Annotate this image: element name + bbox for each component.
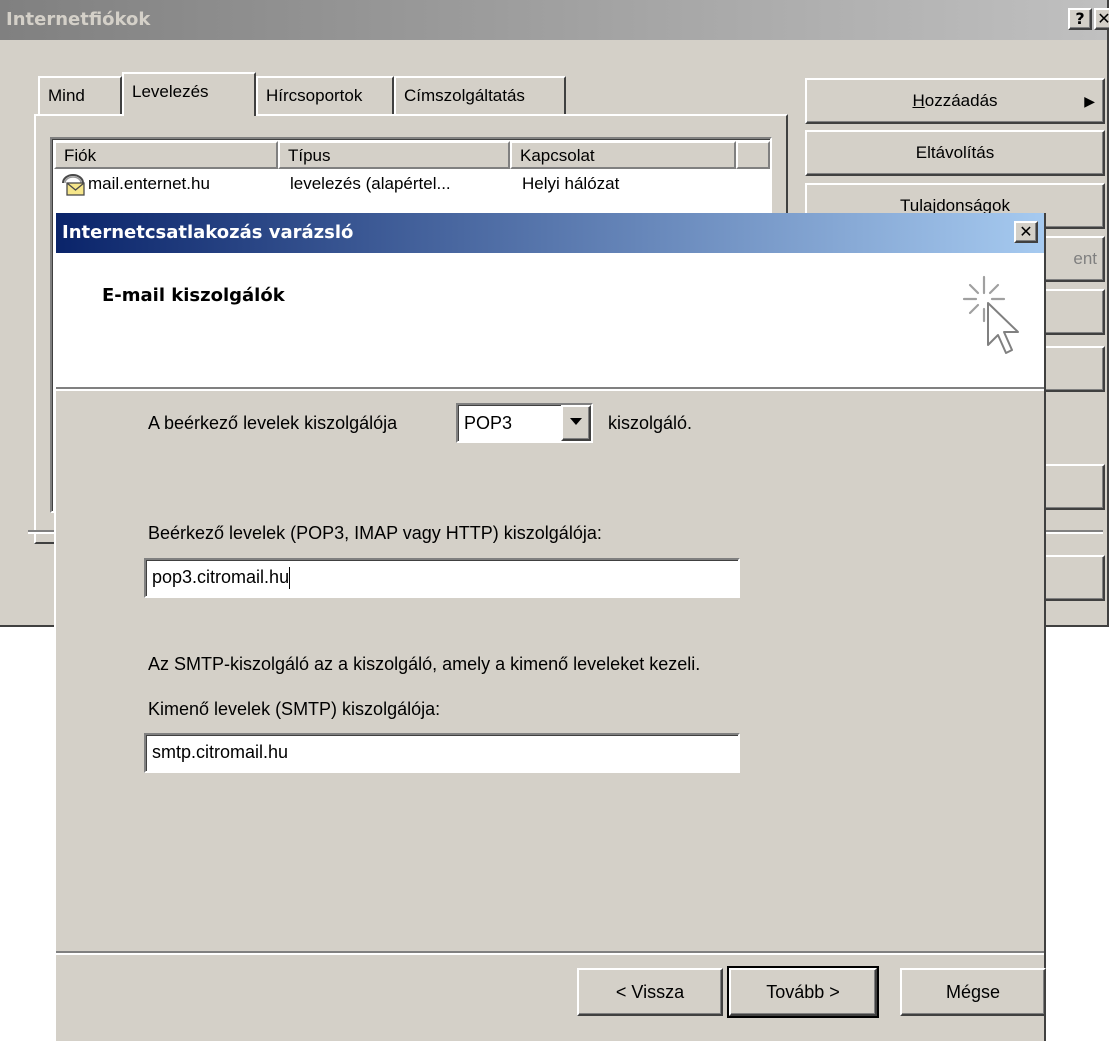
incoming-server-field[interactable]: pop3.citromail.hu <box>144 558 740 598</box>
accounts-close-button[interactable]: ✕ <box>1094 8 1109 30</box>
incoming-type-prefix: A beérkező levelek kiszolgálója <box>148 413 398 433</box>
account-name: mail.enternet.hu <box>88 174 210 193</box>
tab-hircsoportok[interactable]: Hírcsoportok <box>256 76 394 114</box>
incoming-server-type-value: POP3 <box>464 413 513 433</box>
cancel-button[interactable]: Mégse <box>900 968 1046 1016</box>
column-header-fiok[interactable]: Fiók <box>54 141 278 169</box>
incoming-server-value: pop3.citromail.hu <box>152 567 290 587</box>
add-button[interactable]: Hozzáadás ▶ <box>805 78 1105 124</box>
tab-levelezes[interactable]: Levelezés <box>122 72 256 116</box>
connection-wizard: Internetcsatlakozás varázsló ✕ E-mail ki… <box>54 213 1046 1041</box>
wizard-header: E-mail kiszolgálók <box>56 253 1044 391</box>
incoming-type-suffix: kiszolgáló. <box>608 413 693 433</box>
back-button[interactable]: < Vissza <box>577 968 723 1016</box>
smtp-info-text: Az SMTP-kiszolgáló az a kiszolgáló, amel… <box>148 654 701 674</box>
outgoing-server-value: smtp.citromail.hu <box>152 742 289 762</box>
wizard-close-button[interactable]: ✕ <box>1014 221 1038 243</box>
incoming-server-type-select[interactable]: POP3 <box>456 403 593 443</box>
incoming-server-label: Beérkező levelek (POP3, IMAP vagy HTTP) … <box>148 523 602 543</box>
outgoing-server-field[interactable]: smtp.citromail.hu <box>144 733 740 773</box>
add-button-hotkey: H <box>912 91 925 110</box>
column-header-tipus[interactable]: Típus <box>278 141 510 169</box>
tab-cimszolgaltatas[interactable]: Címszolgáltatás <box>394 76 566 114</box>
column-header-kapcsolat[interactable]: Kapcsolat <box>510 141 736 169</box>
outgoing-server-label: Kimenő levelek (SMTP) kiszolgálója: <box>148 699 441 719</box>
wizard-title: Internetcsatlakozás varázsló <box>62 222 354 243</box>
help-button[interactable]: ? <box>1068 8 1092 30</box>
footer-separator <box>56 951 1044 955</box>
account-connection: Helyi hálózat <box>522 174 620 193</box>
wizard-sparkle-cursor-icon <box>958 269 1022 366</box>
submenu-arrow-icon: ▶ <box>1084 93 1095 109</box>
mail-account-icon <box>60 171 86 202</box>
column-header-empty <box>736 141 770 169</box>
accounts-window-title: Internetfiókok <box>6 9 151 30</box>
accounts-titlebar[interactable]: Internetfiókok ? ✕ <box>0 0 1109 40</box>
tab-mind[interactable]: Mind <box>38 76 122 114</box>
account-type: levelezés (alapértel... <box>290 174 451 193</box>
add-button-label: ozzáadás <box>924 91 998 110</box>
text-cursor <box>289 567 291 590</box>
next-button[interactable]: Tovább > <box>727 966 879 1018</box>
remove-button[interactable]: Eltávolítás <box>805 130 1105 176</box>
dropdown-arrow-icon[interactable] <box>561 405 591 441</box>
page-title: E-mail kiszolgálók <box>102 285 285 306</box>
wizard-titlebar[interactable]: Internetcsatlakozás varázsló ✕ <box>56 213 1044 253</box>
